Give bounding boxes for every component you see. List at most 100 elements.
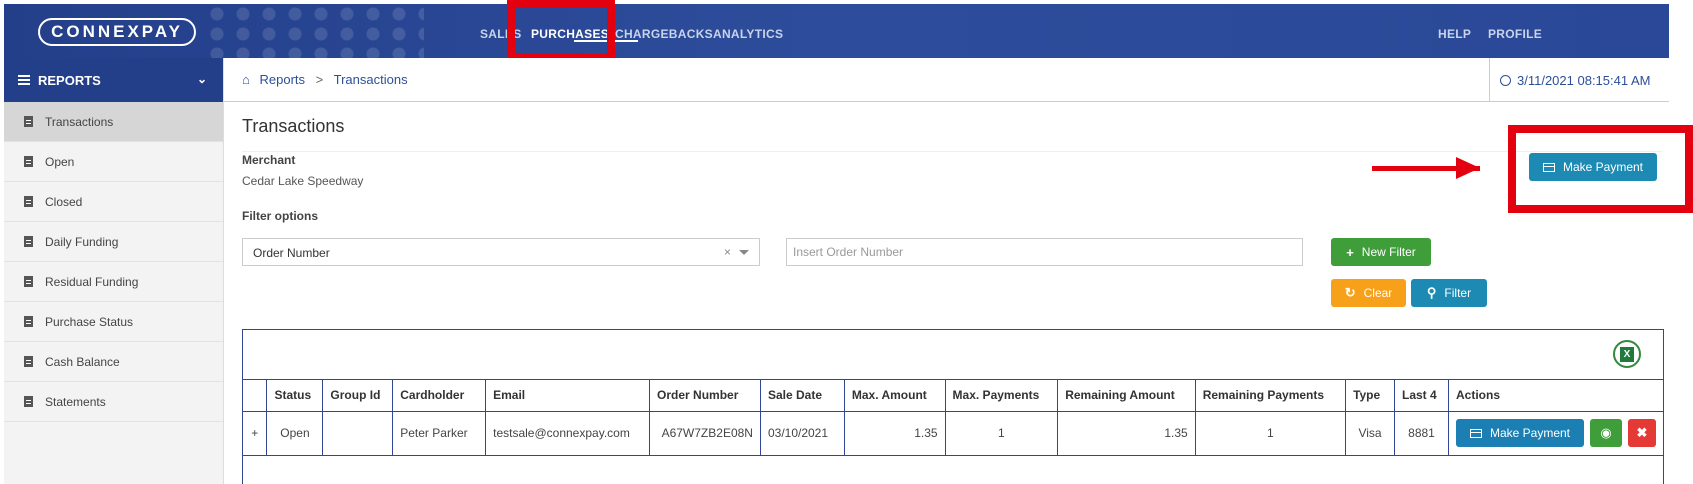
highlight-box-purchases	[507, 0, 615, 62]
table: Status Group Id Cardholder Email Order N…	[243, 380, 1663, 456]
decorative-dots	[204, 4, 424, 58]
cell-max-amount: 1.35	[844, 411, 946, 456]
sidebar-item-label: Purchase Status	[45, 314, 134, 329]
timestamp-box: 3/11/2021 08:15:41 AM	[1489, 58, 1669, 102]
nav-profile[interactable]: PROFILE	[1488, 27, 1542, 41]
clear-label: Clear	[1363, 286, 1393, 300]
filter-button[interactable]: ⚲ Filter	[1411, 279, 1487, 307]
cell-remaining-amount: 1.35	[1057, 411, 1196, 456]
table-toolbar: X	[243, 330, 1663, 380]
cell-status: Open	[266, 411, 324, 456]
sidebar-item-residual-funding[interactable]: Residual Funding	[4, 262, 223, 302]
col-group-id[interactable]: Group Id	[322, 380, 394, 412]
col-cardholder[interactable]: Cardholder	[392, 380, 487, 412]
breadcrumb: ⌂ Reports > Transactions	[242, 72, 408, 87]
document-icon	[24, 276, 33, 287]
document-icon	[24, 196, 33, 207]
filter-field-select[interactable]: Order Number ×	[242, 238, 760, 266]
breadcrumb-transactions: Transactions	[333, 72, 408, 87]
filter-field-value: Order Number	[253, 246, 330, 260]
filter-label: Filter	[1444, 286, 1472, 300]
table-row: + Open Peter Parker testsale@connexpay.c…	[243, 411, 1663, 456]
merchant-label: Merchant	[242, 153, 296, 167]
search-icon: ⚲	[1426, 285, 1437, 300]
breadcrumb-reports[interactable]: Reports	[259, 72, 305, 87]
col-sale-date[interactable]: Sale Date	[760, 380, 845, 412]
col-expand	[243, 380, 268, 412]
sidebar-item-label: Closed	[45, 194, 83, 209]
sidebar-header-reports[interactable]: REPORTS ⌄	[4, 58, 223, 102]
expand-row-toggle[interactable]: +	[243, 411, 268, 456]
sidebar-header-label: REPORTS	[38, 72, 101, 88]
divider	[242, 151, 1662, 152]
col-type[interactable]: Type	[1345, 380, 1395, 412]
col-actions: Actions	[1448, 380, 1663, 412]
chevron-down-icon[interactable]	[739, 250, 749, 255]
cell-order-number: A67W7ZB2E08N	[649, 411, 761, 456]
sidebar-item-purchase-status[interactable]: Purchase Status	[4, 302, 223, 342]
clear-selection-icon[interactable]: ×	[724, 245, 731, 259]
cell-cardholder: Peter Parker	[392, 411, 487, 456]
new-filter-button[interactable]: + New Filter	[1331, 238, 1431, 266]
top-navbar: CONNEXPAY SALES PURCHASES CHARGEBACKS AN…	[4, 4, 1669, 58]
sidebar-item-closed[interactable]: Closed	[4, 182, 223, 222]
clock-icon	[1500, 74, 1511, 86]
document-icon	[24, 156, 33, 167]
view-button[interactable]: ◉	[1590, 419, 1622, 447]
cell-email: testsale@connexpay.com	[485, 411, 651, 456]
col-remaining-payments[interactable]: Remaining Payments	[1195, 380, 1347, 412]
breadcrumb-bar: ⌂ Reports > Transactions 3/11/2021 08:15…	[224, 58, 1669, 102]
sidebar-item-label: Transactions	[45, 114, 114, 129]
sidebar-item-label: Residual Funding	[45, 274, 139, 289]
eye-icon: ◉	[1600, 425, 1612, 440]
cell-remaining-payments: 1	[1195, 411, 1347, 456]
document-icon	[24, 356, 33, 367]
new-filter-label: New Filter	[1361, 245, 1416, 259]
close-icon: ✖	[1636, 425, 1648, 440]
nav-help[interactable]: HELP	[1438, 27, 1471, 41]
row-actions: Make Payment ◉ ✖	[1456, 419, 1656, 447]
credit-card-icon	[1469, 428, 1482, 438]
sidebar-item-label: Daily Funding	[45, 234, 119, 249]
home-icon[interactable]: ⌂	[242, 72, 250, 87]
connexpay-logo[interactable]: CONNEXPAY	[38, 18, 196, 46]
sidebar-item-open[interactable]: Open	[4, 142, 223, 182]
col-max-amount[interactable]: Max. Amount	[844, 380, 946, 412]
filter-options-label: Filter options	[242, 209, 318, 223]
cell-type: Visa	[1345, 411, 1395, 456]
document-icon	[24, 116, 33, 127]
delete-button[interactable]: ✖	[1628, 419, 1656, 447]
col-order-number[interactable]: Order Number	[649, 380, 761, 412]
row-make-payment-button[interactable]: Make Payment	[1456, 419, 1584, 447]
merchant-value: Cedar Lake Speedway	[242, 174, 364, 188]
breadcrumb-separator: >	[315, 72, 324, 87]
sidebar: REPORTS ⌄ Transactions Open Closed Daily…	[4, 58, 224, 484]
clear-button[interactable]: ↻ Clear	[1331, 279, 1406, 307]
timestamp: 3/11/2021 08:15:41 AM	[1517, 72, 1651, 88]
nav-chargebacks[interactable]: CHARGEBACKS	[615, 27, 713, 41]
col-email[interactable]: Email	[485, 380, 651, 412]
excel-export-icon[interactable]: X	[1613, 340, 1641, 368]
col-remaining-amount[interactable]: Remaining Amount	[1057, 380, 1196, 412]
cell-group-id	[322, 411, 394, 456]
col-last4[interactable]: Last 4	[1394, 380, 1449, 412]
sidebar-item-cash-balance[interactable]: Cash Balance	[4, 342, 223, 382]
col-max-payments[interactable]: Max. Payments	[945, 380, 1059, 412]
chevron-down-icon: ⌄	[196, 72, 207, 86]
nav-analytics[interactable]: ANALYTICS	[713, 27, 783, 41]
cell-last4: 8881	[1394, 411, 1449, 456]
plus-icon: +	[1346, 244, 1354, 260]
sidebar-item-transactions[interactable]: Transactions	[4, 102, 223, 142]
sidebar-item-statements[interactable]: Statements	[4, 382, 223, 422]
sidebar-item-daily-funding[interactable]: Daily Funding	[4, 222, 223, 262]
cell-max-payments: 1	[945, 411, 1059, 456]
order-number-input[interactable]	[786, 238, 1303, 266]
cell-sale-date: 03/10/2021	[760, 411, 845, 456]
refresh-icon: ↻	[1344, 285, 1356, 300]
col-status[interactable]: Status	[266, 380, 324, 412]
sidebar-item-label: Open	[45, 154, 75, 169]
table-header-row: Status Group Id Cardholder Email Order N…	[243, 380, 1663, 412]
highlight-box-make-payment	[1508, 125, 1693, 213]
row-make-payment-label: Make Payment	[1489, 426, 1571, 440]
sidebar-item-label: Statements	[45, 394, 106, 409]
